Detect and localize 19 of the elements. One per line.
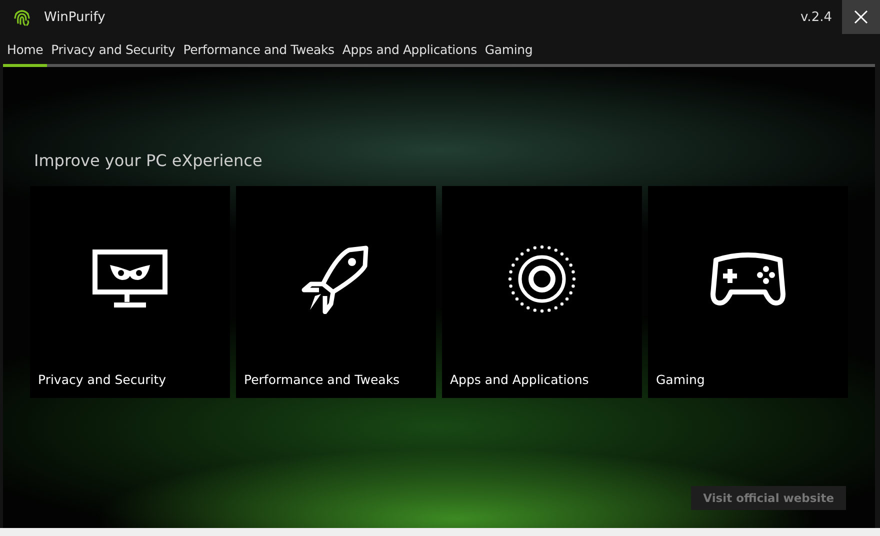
close-icon: [854, 10, 868, 24]
rocket-icon: [301, 244, 371, 314]
close-button[interactable]: [842, 0, 880, 34]
fingerprint-icon: [12, 7, 32, 27]
category-tile[interactable]: Apps and Applications: [442, 186, 642, 398]
category-tile[interactable]: Performance and Tweaks: [236, 186, 436, 398]
nav-tab[interactable]: Performance and Tweaks: [179, 34, 338, 67]
version-label: v.2.4: [800, 10, 832, 24]
website-button[interactable]: Visit official website: [691, 486, 846, 510]
category-tile[interactable]: Privacy and Security: [30, 186, 230, 398]
page-heading: Improve your PC eXperience: [34, 151, 264, 170]
nav-tab[interactable]: Gaming: [480, 34, 537, 67]
category-tile[interactable]: Gaming: [648, 186, 848, 398]
target-icon: [507, 244, 577, 314]
nav-tab[interactable]: Apps and Applications: [338, 34, 481, 67]
nav-tab[interactable]: Privacy and Security: [47, 34, 180, 67]
window-title: WinPurify: [44, 10, 106, 24]
monitor-mask-icon: [92, 249, 168, 309]
gamepad-icon: [710, 252, 786, 306]
